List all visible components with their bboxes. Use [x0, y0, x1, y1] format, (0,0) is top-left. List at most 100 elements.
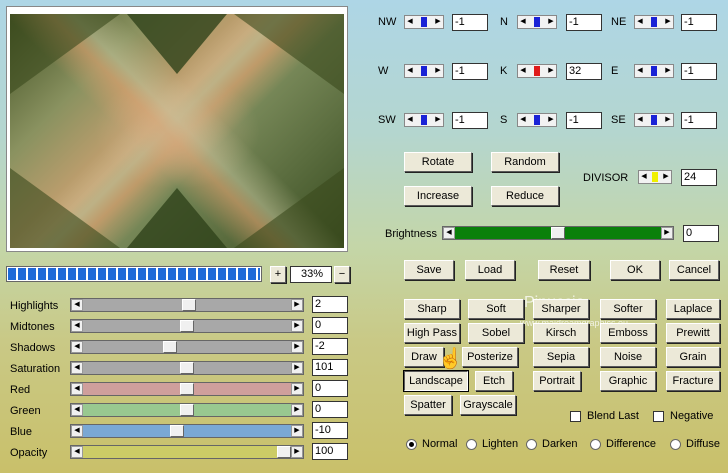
matrix-value-field[interactable]: -1 — [452, 14, 488, 31]
matrix-spinner[interactable]: ◀ ▶ — [634, 64, 674, 78]
preset-button[interactable]: Landscape — [403, 370, 469, 392]
arrow-left-icon[interactable]: ◀ — [518, 65, 528, 77]
adjust-value-field[interactable]: -10 — [312, 422, 348, 439]
arrow-right-icon[interactable]: ▶ — [546, 16, 556, 28]
preset-button[interactable]: Grain — [666, 347, 720, 367]
matrix-spinner[interactable]: ◀ ▶ — [404, 15, 444, 29]
preset-button[interactable]: Prewitt — [666, 323, 720, 343]
adjust-slider[interactable]: ◀ ▶ — [70, 340, 304, 354]
brightness-field[interactable]: 0 — [683, 225, 719, 242]
brightness-knob[interactable] — [551, 227, 565, 239]
cancel-button[interactable]: Cancel — [669, 260, 719, 280]
adjust-slider[interactable]: ◀ ▶ — [70, 319, 304, 333]
adjust-knob[interactable] — [180, 320, 194, 332]
matrix-value-field[interactable]: -1 — [452, 63, 488, 80]
reduce-button[interactable]: Reduce — [491, 186, 559, 206]
arrow-left-icon[interactable]: ◀ — [635, 114, 645, 126]
matrix-thumb[interactable] — [421, 17, 427, 27]
matrix-spinner[interactable]: ◀ ▶ — [517, 15, 557, 29]
preset-button[interactable]: Spatter — [404, 395, 452, 415]
preset-button[interactable]: Grayscale — [460, 395, 516, 415]
preset-button[interactable]: Emboss — [600, 323, 656, 343]
arrow-left-icon[interactable]: ◀ — [71, 425, 83, 437]
matrix-spinner[interactable]: ◀ ▶ — [634, 15, 674, 29]
arrow-left-icon[interactable]: ◀ — [635, 65, 645, 77]
matrix-thumb[interactable] — [421, 66, 427, 76]
arrow-right-icon[interactable]: ▶ — [291, 299, 303, 311]
arrow-right-icon[interactable]: ▶ — [663, 16, 673, 28]
arrow-right-icon[interactable]: ▶ — [663, 114, 673, 126]
arrow-right-icon[interactable]: ▶ — [291, 404, 303, 416]
adjust-knob[interactable] — [277, 446, 291, 458]
matrix-spinner[interactable]: ◀ ▶ — [517, 113, 557, 127]
arrow-right-icon[interactable]: ▶ — [433, 65, 443, 77]
arrow-left-icon[interactable]: ◀ — [518, 114, 528, 126]
preset-button[interactable]: Sharper — [533, 299, 589, 319]
preset-button[interactable]: Graphic — [600, 371, 656, 391]
arrow-left-icon[interactable]: ◀ — [71, 299, 83, 311]
preset-button[interactable]: High Pass — [404, 323, 460, 343]
matrix-spinner[interactable]: ◀ ▶ — [517, 64, 557, 78]
mode-radio[interactable] — [466, 439, 477, 450]
adjust-slider[interactable]: ◀ ▶ — [70, 445, 304, 459]
adjust-value-field[interactable]: 100 — [312, 443, 348, 460]
arrow-left-icon[interactable]: ◀ — [405, 114, 415, 126]
arrow-right-icon[interactable]: ▶ — [291, 446, 303, 458]
adjust-value-field[interactable]: 0 — [312, 380, 348, 397]
adjust-slider[interactable]: ◀ ▶ — [70, 382, 304, 396]
matrix-value-field[interactable]: -1 — [681, 63, 717, 80]
matrix-value-field[interactable]: -1 — [566, 112, 602, 129]
adjust-knob[interactable] — [180, 383, 194, 395]
reset-button[interactable]: Reset — [538, 260, 590, 280]
adjust-value-field[interactable]: 101 — [312, 359, 348, 376]
arrow-left-icon[interactable]: ◀ — [71, 404, 83, 416]
negative-checkbox[interactable] — [653, 411, 664, 422]
arrow-left-icon[interactable]: ◀ — [443, 227, 455, 239]
adjust-value-field[interactable]: 0 — [312, 401, 348, 418]
arrow-left-icon[interactable]: ◀ — [71, 446, 83, 458]
zoom-in-button[interactable]: + — [270, 266, 286, 283]
adjust-value-field[interactable]: 0 — [312, 317, 348, 334]
mode-radio[interactable] — [670, 439, 681, 450]
matrix-value-field[interactable]: 32 — [566, 63, 602, 80]
preset-button[interactable]: Laplace — [666, 299, 720, 319]
divisor-spinner[interactable]: ◀ ▶ — [638, 170, 672, 184]
arrow-left-icon[interactable]: ◀ — [71, 341, 83, 353]
adjust-knob[interactable] — [180, 362, 194, 374]
arrow-right-icon[interactable]: ▶ — [433, 114, 443, 126]
arrow-left-icon[interactable]: ◀ — [405, 65, 415, 77]
preset-button[interactable]: Sobel — [468, 323, 524, 343]
adjust-knob[interactable] — [162, 341, 177, 353]
adjust-slider[interactable]: ◀ ▶ — [70, 424, 304, 438]
arrow-right-icon[interactable]: ▶ — [661, 171, 671, 183]
adjust-value-field[interactable]: -2 — [312, 338, 348, 355]
arrow-right-icon[interactable]: ▶ — [663, 65, 673, 77]
zoom-level-field[interactable]: 33% — [290, 266, 332, 283]
preset-button[interactable]: Noise — [600, 347, 656, 367]
zoom-out-button[interactable]: − — [334, 266, 350, 283]
arrow-left-icon[interactable]: ◀ — [71, 383, 83, 395]
save-button[interactable]: Save — [404, 260, 454, 280]
divisor-thumb[interactable] — [652, 172, 658, 182]
mode-radio[interactable] — [406, 439, 417, 450]
preset-button[interactable]: Softer — [600, 299, 656, 319]
mode-radio[interactable] — [526, 439, 537, 450]
matrix-thumb[interactable] — [534, 115, 540, 125]
arrow-left-icon[interactable]: ◀ — [405, 16, 415, 28]
adjust-slider[interactable]: ◀ ▶ — [70, 403, 304, 417]
adjust-knob[interactable] — [181, 299, 196, 311]
arrow-left-icon[interactable]: ◀ — [71, 362, 83, 374]
random-button[interactable]: Random — [491, 152, 559, 172]
matrix-thumb[interactable] — [651, 17, 657, 27]
arrow-left-icon[interactable]: ◀ — [639, 171, 649, 183]
mode-radio[interactable] — [590, 439, 601, 450]
preset-button[interactable]: Sepia — [533, 347, 589, 367]
adjust-value-field[interactable]: 2 — [312, 296, 348, 313]
preset-button[interactable]: Kirsch — [533, 323, 589, 343]
preset-button[interactable]: Soft — [468, 299, 524, 319]
arrow-right-icon[interactable]: ▶ — [291, 320, 303, 332]
matrix-thumb[interactable] — [534, 66, 540, 76]
adjust-slider[interactable]: ◀ ▶ — [70, 361, 304, 375]
preset-button[interactable]: Posterize — [462, 347, 518, 367]
arrow-right-icon[interactable]: ▶ — [291, 425, 303, 437]
